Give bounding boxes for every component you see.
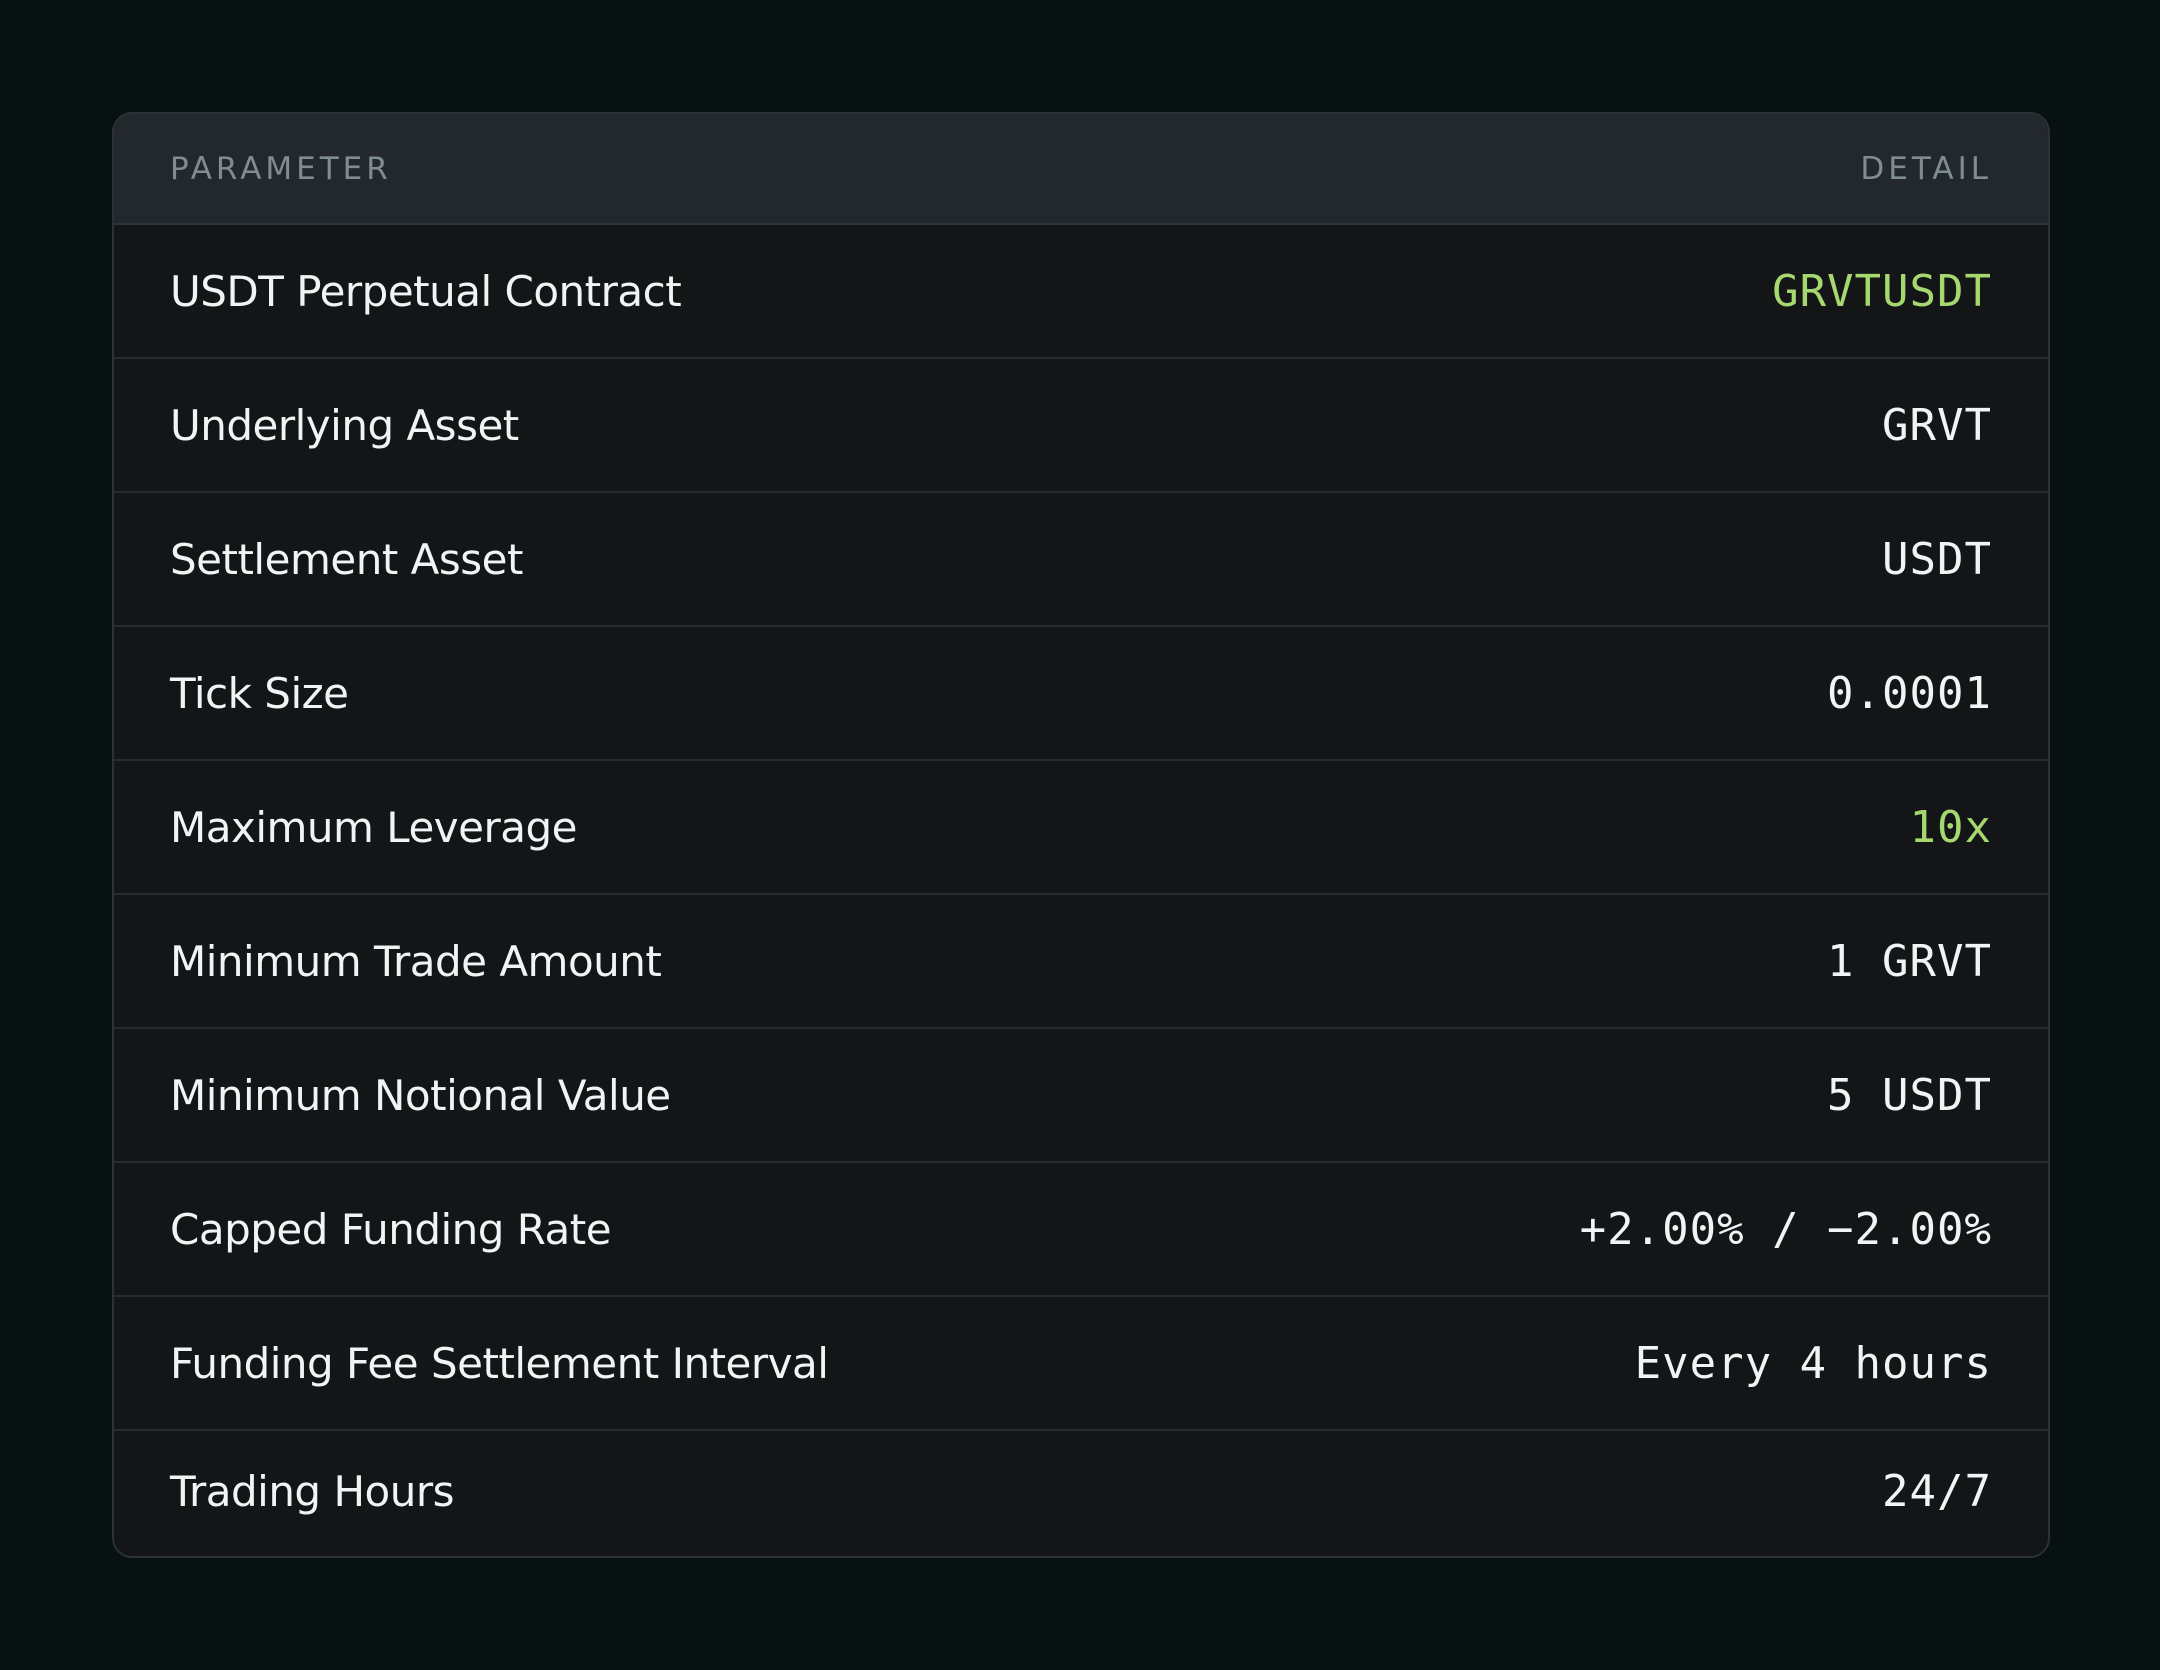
table-row: Maximum Leverage 10x — [114, 761, 2048, 895]
table-row: Minimum Notional Value 5 USDT — [114, 1029, 2048, 1163]
parameter-label: Maximum Leverage — [170, 802, 578, 852]
detail-value: 10x — [1909, 801, 1992, 853]
detail-value: GRVT — [1882, 399, 1992, 451]
table-row: Funding Fee Settlement Interval Every 4 h… — [114, 1297, 2048, 1431]
parameter-label: Underlying Asset — [170, 400, 519, 450]
header-detail: DETAIL — [1860, 150, 1992, 187]
table-body: USDT Perpetual Contract GRVTUSDT Underlyin… — [114, 225, 2048, 1552]
detail-value: 0.0001 — [1827, 667, 1992, 719]
detail-value: USDT — [1882, 533, 1992, 585]
parameter-label: Minimum Notional Value — [170, 1070, 671, 1120]
detail-value: 5 USDT — [1827, 1069, 1992, 1121]
parameter-label: Tick Size — [170, 668, 349, 718]
table-row: Settlement Asset USDT — [114, 493, 2048, 627]
detail-value: 24/7 — [1882, 1466, 1992, 1517]
detail-value: Every 4 hours — [1634, 1337, 1992, 1389]
table-row: USDT Perpetual Contract GRVTUSDT — [114, 225, 2048, 359]
detail-value: GRVTUSDT — [1772, 265, 1992, 317]
table-row: Underlying Asset GRVT — [114, 359, 2048, 493]
header-parameter: PARAMETER — [170, 150, 392, 187]
contract-spec-table: PARAMETER DETAIL USDT Perpetual Contract… — [112, 112, 2050, 1558]
table-row: Trading Hours 24/7 — [114, 1431, 2048, 1552]
parameter-label: Settlement Asset — [170, 534, 523, 584]
detail-value: 1 GRVT — [1827, 935, 1992, 987]
parameter-label: USDT Perpetual Contract — [170, 266, 682, 316]
parameter-label: Trading Hours — [170, 1467, 455, 1516]
parameter-label: Capped Funding Rate — [170, 1204, 612, 1254]
table-row: Tick Size 0.0001 — [114, 627, 2048, 761]
parameter-label: Funding Fee Settlement Interval — [170, 1338, 829, 1388]
table-row: Minimum Trade Amount 1 GRVT — [114, 895, 2048, 1029]
table-header: PARAMETER DETAIL — [114, 114, 2048, 225]
table-row: Capped Funding Rate +2.00% / −2.00% — [114, 1163, 2048, 1297]
detail-value: +2.00% / −2.00% — [1579, 1203, 1992, 1255]
parameter-label: Minimum Trade Amount — [170, 936, 662, 986]
